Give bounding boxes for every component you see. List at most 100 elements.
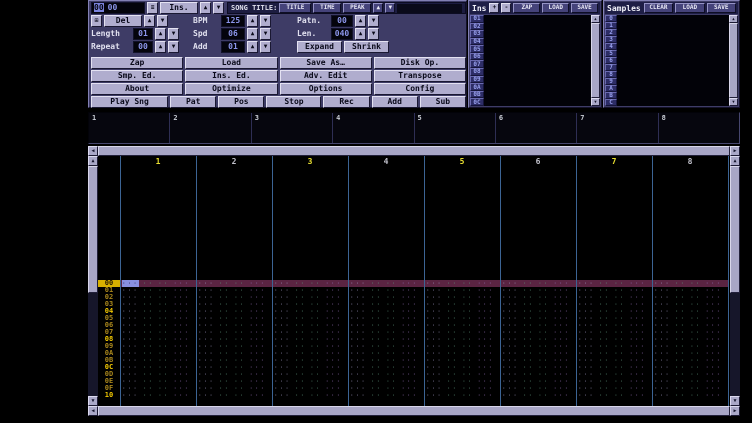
scrollbar-track[interactable] [98,146,730,156]
pattern-cell[interactable]: ·········· [348,392,424,399]
scroll-down-button[interactable]: ▼ [729,98,738,106]
menu-button-disk-op[interactable]: Disk Op. [374,57,466,69]
pattern-cell[interactable]: ·········· [196,350,272,357]
pattern-cell[interactable]: ·········· [424,350,500,357]
pattern-cell[interactable]: ·········· [652,322,728,329]
channel-header-5[interactable]: 5 [424,157,500,167]
pattern-cell[interactable]: ·········· [500,322,576,329]
instrument-row[interactable]: 05 [470,45,591,53]
channel-header-6[interactable]: 6 [500,157,576,167]
scroll-left-button[interactable]: ◀ [88,146,98,156]
order-menu-icon[interactable]: ≡ [147,2,158,14]
pattern-up-button[interactable]: ▲ [144,15,155,27]
len-up-button[interactable]: ▲ [355,28,366,40]
scroll-right-button[interactable]: ▶ [730,146,740,156]
scroll-up-button[interactable]: ▲ [591,15,600,23]
length-down-button[interactable]: ▼ [168,28,179,40]
patn-down-button[interactable]: ▼ [368,15,379,27]
order-list-display[interactable]: 0000 [91,2,145,14]
pattern-vscrollbar-left[interactable]: ▲ ▼ [88,156,98,406]
menu-button-optimize[interactable]: Optimize [185,83,277,95]
pattern-cell[interactable]: ·········· [272,392,348,399]
pattern-cell[interactable]: ·········· [272,308,348,315]
transport-button-rec[interactable]: Rec [323,96,369,108]
sample-row[interactable]: 7 [605,64,729,71]
menu-button-save-as[interactable]: Save As… [280,57,372,69]
pattern-cell[interactable]: ·········· [576,350,652,357]
pattern-cell[interactable]: ·········· [196,385,272,392]
pattern-cell[interactable]: ·········· [576,329,652,336]
pattern-list-icon[interactable]: ⊞ [91,15,102,27]
add-up-button[interactable]: ▲ [247,41,258,53]
pattern-hscrollbar-bottom[interactable]: ◀ ▶ [88,406,740,416]
pattern-cell[interactable]: ·········· [424,364,500,371]
pattern-cell[interactable]: ·········· [500,357,576,364]
menu-button-transpose[interactable]: Transpose [374,70,466,82]
scope-channel-1[interactable]: 1 [89,113,170,143]
pattern-cell[interactable]: ·········· [272,287,348,294]
pattern-cell[interactable]: ·········· [196,378,272,385]
pattern-cell[interactable]: ·········· [652,294,728,301]
pattern-cell[interactable]: ·········· [424,378,500,385]
sample-row[interactable]: 4 [605,43,729,50]
instrument-zap-button[interactable]: Zap [513,3,540,13]
sample-row[interactable]: A [605,85,729,92]
instrument-list-scrollbar[interactable]: ▲ ▼ [591,15,600,106]
scrollbar-thumb[interactable] [729,23,738,98]
scrollbar-thumb[interactable] [591,23,600,98]
bpm-up-button[interactable]: ▲ [247,15,258,27]
pattern-cell[interactable]: ·········· [272,385,348,392]
title-mode-button[interactable]: TITLE [279,3,311,13]
bpm-down-button[interactable]: ▼ [260,15,271,27]
pattern-cell[interactable]: ·········· [348,315,424,322]
pattern-cell[interactable]: ·········· [424,287,500,294]
pattern-hscrollbar-top[interactable]: ◀ ▶ [88,146,740,156]
menu-button-config[interactable]: Config [374,83,466,95]
channel-header-8[interactable]: 8 [652,157,728,167]
pattern-cell[interactable]: ·········· [120,385,196,392]
pattern-cell[interactable]: ·········· [652,385,728,392]
pattern-cell[interactable]: ·········· [500,343,576,350]
scroll-up-button[interactable]: ▲ [88,156,98,166]
spd-down-button[interactable]: ▼ [260,28,271,40]
pattern-cell[interactable]: ·········· [196,301,272,308]
scrollbar-thumb[interactable] [730,166,740,293]
pattern-cell[interactable]: ·········· [348,357,424,364]
pattern-cell[interactable]: ·········· [652,280,728,287]
patn-up-button[interactable]: ▲ [355,15,366,27]
pattern-cell[interactable]: ·········· [272,378,348,385]
scroll-down-button[interactable]: ▼ [730,396,740,406]
pattern-cell[interactable]: ·········· [196,343,272,350]
pattern-cell[interactable]: ·········· [576,301,652,308]
pattern-cell[interactable]: ·········· [120,371,196,378]
pattern-cell[interactable]: ·········· [424,329,500,336]
pattern-cell[interactable]: ·········· [424,343,500,350]
repeat-up-button[interactable]: ▲ [155,41,166,53]
pattern-cell[interactable]: ·········· [272,329,348,336]
instrument-row[interactable]: 08 [470,68,591,76]
channel-header-1[interactable]: 1 [120,157,196,167]
pattern-cell[interactable]: ·········· [272,371,348,378]
pattern-cell[interactable]: ·········· [500,287,576,294]
pattern-cell[interactable]: ·········· [424,301,500,308]
sample-row[interactable]: 5 [605,50,729,57]
pattern-cell[interactable]: ·········· [652,350,728,357]
pattern-cell[interactable]: ·········· [348,336,424,343]
insert-position-button[interactable]: Ins. [160,2,198,14]
pattern-cell[interactable]: ·········· [576,343,652,350]
pattern-cell[interactable]: ·········· [424,392,500,399]
sample-row[interactable]: 3 [605,36,729,43]
pattern-cell[interactable]: ·········· [576,371,652,378]
pattern-cell[interactable]: ·········· [348,280,424,287]
transport-button-pos[interactable]: Pos [218,96,264,108]
pattern-cell[interactable]: ·········· [424,322,500,329]
scope-channel-6[interactable]: 6 [496,113,577,143]
pattern-cell[interactable]: ·········· [120,301,196,308]
instrument-row[interactable]: 03 [470,30,591,38]
pattern-cell[interactable]: ·········· [272,357,348,364]
scope-channel-3[interactable]: 3 [252,113,333,143]
pattern-cell[interactable]: ·········· [272,364,348,371]
pattern-cell[interactable]: ·········· [120,343,196,350]
pattern-cell[interactable]: ·········· [576,385,652,392]
pattern-cell[interactable]: ·········· [272,350,348,357]
